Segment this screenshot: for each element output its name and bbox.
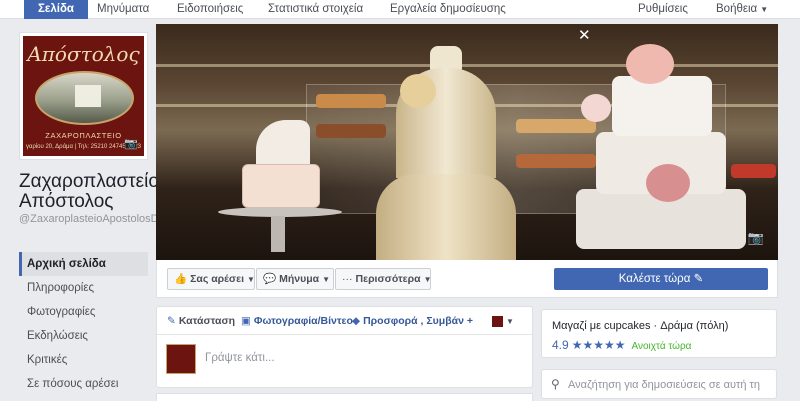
photo-video-label: Φωτογραφία/Βίντεο <box>253 315 353 327</box>
camera-icon[interactable]: 📷 <box>748 230 764 246</box>
pastry-tray <box>316 94 386 108</box>
nav-item-photos[interactable]: Φωτογραφίες <box>19 300 148 324</box>
nav-item-likes[interactable]: Σε πόσους αρέσει <box>19 372 148 396</box>
message-label: Μήνυμα <box>279 273 320 285</box>
feed-card <box>156 393 533 401</box>
offer-label: Προσφορά , Συμβάν + <box>363 315 473 327</box>
nav-item-home[interactable]: Αρχική σελίδα <box>19 252 148 276</box>
help-menu[interactable]: Βοήθεια ▼ <box>716 0 768 19</box>
close-icon[interactable]: ✕ <box>578 26 591 44</box>
sugar-rose <box>400 74 436 108</box>
composer-tab-photo-video[interactable]: ▣ Φωτογραφία/Βίντεο <box>241 315 353 327</box>
caret-down-icon: ▼ <box>423 275 432 284</box>
wedding-cake-tier <box>612 76 712 136</box>
pencil-icon: ✎ <box>167 315 176 327</box>
display-shelf <box>156 64 778 67</box>
page-info-card: Μαγαζί με cupcakes · Δράμα (πόλη) 4.9 ★★★… <box>541 309 777 358</box>
profile-picture[interactable]: Απόστολος ΖΑΧΑΡΟΠΛΑΣΤΕΙΟ γαρίου 20, Δράμ… <box>19 32 148 160</box>
page-category[interactable]: Μαγαζί με cupcakes · Δράμα (πόλη) <box>552 320 728 332</box>
pastry-tray <box>316 124 386 138</box>
page-action-bar: 👍 Σας αρέσει ▼ 💬 Μήνυμα ▼ ··· Περισσότερα ▼ Κα… <box>156 260 778 298</box>
status-label: Κατάσταση <box>178 315 236 327</box>
tab-page[interactable]: Σελίδα <box>24 0 88 19</box>
nav-item-events[interactable]: Εκδηλώσεις <box>19 324 148 348</box>
post-composer: ✎ Κατάσταση ▣ Φωτογραφία/Βίντεο ◆ Προσφορά … <box>156 306 533 388</box>
sugar-rose <box>581 94 611 122</box>
tab-publishing-tools[interactable]: Εργαλεία δημοσίευσης <box>390 0 506 19</box>
pastry-tray <box>516 154 596 168</box>
profile-logo: Απόστολος ΖΑΧΑΡΟΠΛΑΣΤΕΙΟ γαρίου 20, Δράμ… <box>23 36 144 156</box>
star-rating-icon: ★★★★★ <box>571 338 626 352</box>
page-rating[interactable]: 4.9 ★★★★★ Ανοιχτά τώρα <box>552 338 691 352</box>
post-input[interactable]: Γράψτε κάτι... <box>205 352 275 364</box>
messenger-icon: 💬 <box>263 273 277 285</box>
caret-down-icon: ▼ <box>760 5 769 14</box>
cover-photo[interactable]: ✕ 📷 <box>156 24 778 260</box>
tab-messages[interactable]: Μηνύματα <box>97 0 149 19</box>
search-icon: ⚲ <box>551 377 560 391</box>
logo-title: Απόστολος <box>27 42 140 66</box>
tab-settings[interactable]: Ρυθμίσεις <box>638 0 688 19</box>
post-as-selector[interactable]: ▼ <box>492 315 514 327</box>
page-post-search[interactable]: ⚲ Αναζήτηση για δημοσιεύσεις σε αυτή τη <box>541 369 777 399</box>
call-label: Καλέστε τώρα <box>618 273 691 285</box>
pastry-tray <box>516 119 596 133</box>
search-input[interactable]: Αναζήτηση για δημοσιεύσεις σε αυτή τη <box>568 379 760 391</box>
more-dots-icon: ··· <box>342 273 353 285</box>
sugar-rose <box>646 164 690 202</box>
cake-stand-stem <box>271 216 285 252</box>
tab-insights[interactable]: Στατιστικά στοιχεία <box>268 0 363 19</box>
caret-down-icon: ▼ <box>506 317 514 326</box>
page-avatar-icon <box>492 315 503 327</box>
message-button[interactable]: 💬 Μήνυμα ▼ <box>256 268 334 290</box>
tab-notifications[interactable]: Ειδοποιήσεις <box>177 0 243 19</box>
open-status: Ανοιχτά τώρα <box>631 341 692 352</box>
caret-down-icon: ▼ <box>246 275 255 284</box>
nav-item-reviews[interactable]: Κριτικές <box>19 348 148 372</box>
pencil-icon[interactable]: ✎ <box>694 273 704 285</box>
nav-item-about[interactable]: Πληροφορίες <box>19 276 148 300</box>
composer-tabs: ✎ Κατάσταση ▣ Φωτογραφία/Βίντεο ◆ Προσφορά … <box>157 307 532 335</box>
sugar-shoe <box>256 120 310 164</box>
tag-icon: ◆ <box>352 315 361 327</box>
more-label: Περισσότερα <box>355 273 421 285</box>
like-label: Σας αρέσει <box>190 273 244 285</box>
top-nav: Σελίδα Μηνύματα Ειδοποιήσεις Στατιστικά … <box>0 0 800 19</box>
dress-cake-skirt <box>376 174 516 260</box>
help-label: Βοήθεια <box>716 3 758 15</box>
composer-tab-offer-event[interactable]: ◆ Προσφορά , Συμβάν + <box>352 315 473 327</box>
call-now-button[interactable]: Καλέστε τώρα ✎ <box>554 268 768 290</box>
shoe-cake <box>242 164 320 208</box>
thumbs-up-icon: 👍 <box>174 273 188 285</box>
logo-photo <box>35 71 134 125</box>
avatar <box>166 344 196 374</box>
caret-down-icon: ▼ <box>322 275 330 284</box>
page-username[interactable]: @ZaxaroplasteioApostolosDrama <box>19 213 184 225</box>
composer-tab-status[interactable]: ✎ Κατάσταση <box>167 315 235 327</box>
like-button[interactable]: 👍 Σας αρέσει ▼ <box>167 268 255 290</box>
left-nav: Αρχική σελίδα Πληροφορίες Φωτογραφίες Εκ… <box>19 252 148 396</box>
more-button[interactable]: ··· Περισσότερα ▼ <box>335 268 432 290</box>
rating-value: 4.9 <box>552 338 569 352</box>
page-title[interactable]: Ζαχαροπλαστείο Απόστολος <box>19 172 159 212</box>
photo-icon: ▣ <box>241 315 251 327</box>
sugar-rose <box>626 44 674 84</box>
camera-icon[interactable]: 📷 <box>124 137 138 150</box>
pastry-tray <box>731 164 776 178</box>
